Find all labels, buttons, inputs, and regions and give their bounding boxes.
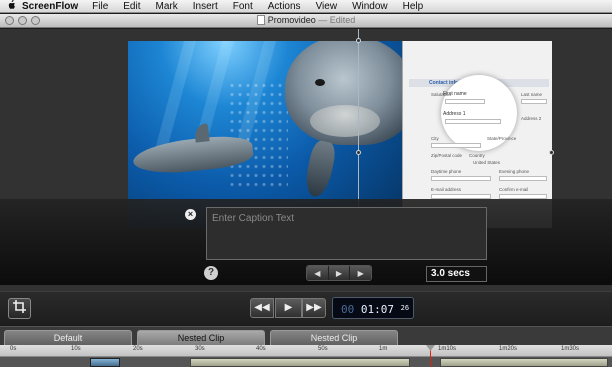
timecode-hours: 00 xyxy=(341,303,355,316)
bubbles xyxy=(228,81,288,191)
previous-caption-button[interactable]: ◀ xyxy=(307,266,329,280)
menu-window[interactable]: Window xyxy=(352,1,388,12)
form-label: Confirm e-mail xyxy=(499,187,529,192)
play-button[interactable]: ▶ xyxy=(275,298,302,318)
city-field xyxy=(431,143,481,148)
ruler-tick: 1m xyxy=(379,346,388,352)
transform-handle[interactable] xyxy=(356,150,361,155)
last-name-field xyxy=(521,99,547,104)
timeline-ruler[interactable]: 0s 10s 20s 30s 40s 50s 1m 1m10s 1m20s 1m… xyxy=(0,345,612,357)
first-name-field xyxy=(445,99,485,104)
dorsal-fin xyxy=(193,123,210,143)
play-caption-button[interactable]: ▶ xyxy=(328,266,351,280)
play-icon: ▶ xyxy=(335,269,343,278)
transport-bar: ◀◀ ▶ ▶▶ 00 01:07 26 xyxy=(0,291,612,325)
crop-icon xyxy=(13,300,26,313)
menu-font[interactable]: Font xyxy=(233,1,253,12)
ruler-tick: 1m10s xyxy=(438,346,457,352)
fast-forward-button[interactable]: ▶▶ xyxy=(302,298,326,318)
next-caption-button[interactable]: ▶ xyxy=(350,266,371,280)
menu-insert[interactable]: Insert xyxy=(193,1,218,12)
address-field xyxy=(445,119,501,124)
track-header-bar: Default Nested Clip Nested Clip xyxy=(0,326,612,346)
dolphin-eye xyxy=(315,79,325,86)
dolphin-fin xyxy=(302,139,338,199)
screen-recording-clip[interactable] xyxy=(190,358,410,367)
screen-recording-clip[interactable] xyxy=(440,358,608,367)
large-dolphin-image xyxy=(285,41,404,145)
timeline-clips xyxy=(0,357,612,367)
form-label: Last name xyxy=(521,92,543,97)
track-nested-clip-1[interactable]: Nested Clip xyxy=(137,330,265,346)
country-select: United States xyxy=(473,160,501,165)
transform-handle[interactable] xyxy=(549,150,554,155)
menu-actions[interactable]: Actions xyxy=(268,1,301,12)
ruler-tick: 1m30s xyxy=(561,346,580,352)
chevron-right-icon: ▶ xyxy=(357,269,364,278)
form-label: Country xyxy=(469,153,485,158)
document-name: Promovideo xyxy=(267,15,316,25)
window-title-bar: Promovideo — Edited xyxy=(0,14,612,28)
form-label: Evening phone xyxy=(499,169,530,174)
menu-view[interactable]: View xyxy=(316,1,338,12)
menu-file[interactable]: File xyxy=(92,1,108,12)
menu-mark[interactable]: Mark xyxy=(156,1,178,12)
timecode-display: 00 01:07 26 xyxy=(332,297,414,319)
timecode-main: 01:07 xyxy=(360,303,394,316)
edited-status: — Edited xyxy=(318,15,356,25)
ruler-tick: 50s xyxy=(318,346,328,352)
app-menu[interactable]: ScreenFlow xyxy=(22,1,78,12)
ruler-tick: 10s xyxy=(71,346,81,352)
form-label: State/Province xyxy=(487,136,517,141)
timecode-frames: 26 xyxy=(400,304,410,312)
chevron-left-icon: ◀ xyxy=(314,269,321,278)
daytime-phone-field xyxy=(431,176,491,181)
ruler-tick: 30s xyxy=(195,346,205,352)
document-title: Promovideo — Edited xyxy=(0,15,612,25)
form-label: Address 2 xyxy=(521,116,542,121)
caption-input[interactable] xyxy=(207,209,486,228)
crop-button[interactable] xyxy=(8,298,31,319)
evening-phone-field xyxy=(499,176,547,181)
form-label: City xyxy=(431,136,439,141)
ruler-tick: 40s xyxy=(256,346,266,352)
form-label: Address 1 xyxy=(443,111,466,117)
fast-forward-icon: ▶▶ xyxy=(306,302,322,313)
document-icon xyxy=(256,15,265,25)
help-button[interactable]: ? xyxy=(204,266,218,280)
ruler-tick: 0s xyxy=(10,346,17,352)
form-label: Zip/Postal code xyxy=(431,153,463,158)
video-clip-thumbnail[interactable] xyxy=(90,358,120,367)
track-default[interactable]: Default xyxy=(4,330,132,346)
apple-icon[interactable] xyxy=(0,0,22,13)
rewind-button[interactable]: ◀◀ xyxy=(250,298,274,318)
play-icon: ▶ xyxy=(284,302,293,313)
form-label: Daytime phone xyxy=(431,169,462,174)
form-label: E-mail address xyxy=(431,187,462,192)
menu-help[interactable]: Help xyxy=(403,1,424,12)
form-label: Salutation xyxy=(431,92,452,97)
ruler-tick: 20s xyxy=(133,346,143,352)
ruler-tick: 1m20s xyxy=(499,346,518,352)
dolphin-snout xyxy=(310,105,380,137)
rewind-icon: ◀◀ xyxy=(254,302,270,313)
track-nested-clip-2[interactable]: Nested Clip xyxy=(270,330,398,346)
close-icon[interactable]: × xyxy=(185,209,196,220)
caption-navigation: ◀ ▶ ▶ xyxy=(306,265,372,281)
caption-text-area[interactable] xyxy=(206,207,487,260)
menu-edit[interactable]: Edit xyxy=(123,1,140,12)
menu-bar: ScreenFlow File Edit Mark Insert Font Ac… xyxy=(0,0,612,13)
caption-duration[interactable]: 3.0 secs xyxy=(426,266,487,282)
transform-handle[interactable] xyxy=(356,38,361,43)
